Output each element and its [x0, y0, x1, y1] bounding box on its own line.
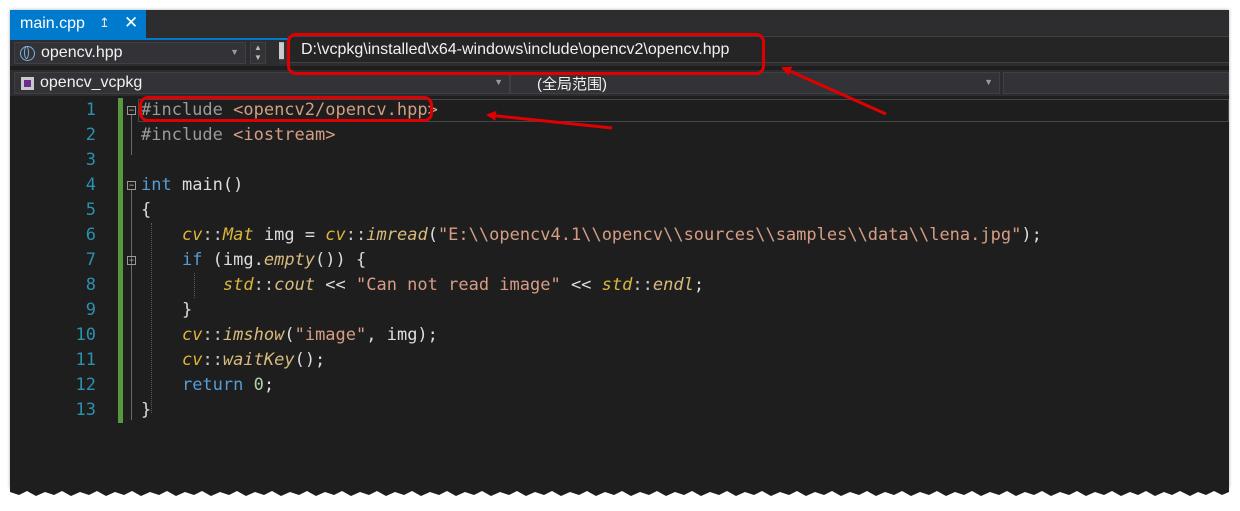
ide-window: main.cpp ↥ ✕ opencv.hpp ▼ ▲ ▼ ▌ opencv_vc… — [10, 10, 1229, 488]
torn-edge — [10, 486, 1229, 496]
annotation-arrow-include — [486, 110, 613, 130]
annotation-arrows — [486, 66, 887, 130]
annotation-arrow-path — [781, 66, 887, 116]
